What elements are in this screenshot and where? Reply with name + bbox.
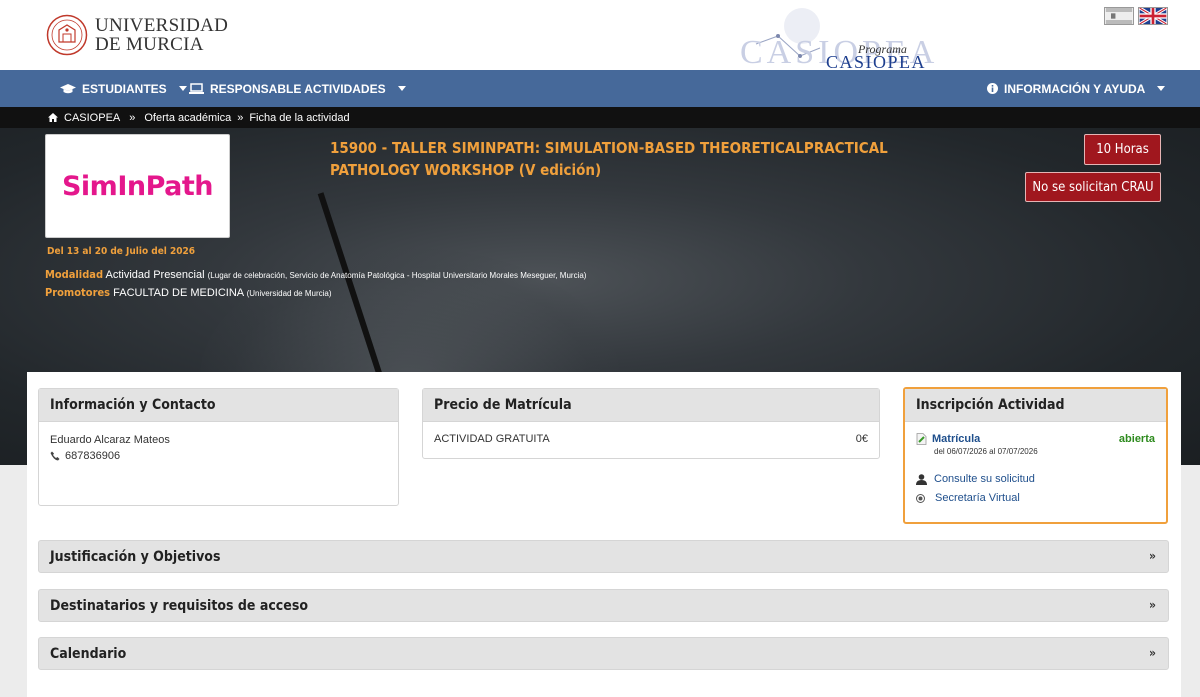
consult-row: Consulte su solicitud: [916, 473, 1155, 485]
crau-badge: No se solicitan CRAU: [1025, 172, 1161, 202]
nav-informacion-ayuda[interactable]: INFORMACIÓN Y AYUDA: [987, 70, 1166, 107]
breadcrumb-current: Ficha de la actividad: [249, 111, 350, 124]
accordion-justificacion[interactable]: Justificación y Objetivos »: [38, 540, 1169, 573]
chevron-down-icon: [1157, 86, 1166, 91]
hours-badge: 10 Horas: [1084, 134, 1161, 165]
activity-logo: SimInPath: [45, 134, 230, 238]
university-name-line2: DE MURCIA: [95, 34, 204, 55]
laptop-icon: [189, 83, 204, 94]
nav-informacion-label: INFORMACIÓN Y AYUDA: [1004, 81, 1146, 96]
accordion-calendario-label: Calendario: [50, 646, 127, 662]
consult-request-link[interactable]: Consulte su solicitud: [934, 473, 1035, 485]
phone-icon: [50, 451, 60, 461]
casiopea-logo[interactable]: CASIOPEA Programa CASIOPEA: [740, 6, 980, 72]
graduation-cap-icon: [60, 83, 76, 93]
secretaria-virtual-link[interactable]: Secretaría Virtual: [935, 492, 1020, 504]
activity-title: 15900 - TALLER SIMINPATH: SIMULATION-BAS…: [330, 139, 888, 179]
matricula-row: Matrícula abierta: [916, 433, 1155, 445]
radio-circle-icon: [916, 493, 925, 503]
info-contact-card: Información y Contacto Eduardo Alcaraz M…: [38, 388, 399, 506]
promotores-value: FACULTAD DE MEDICINA: [113, 287, 244, 299]
site-header: UNIVERSIDAD DE MURCIA CASIOPEA Programa …: [0, 0, 1200, 72]
price-amount: 0€: [855, 433, 868, 445]
modalidad-value: Actividad Presencial: [105, 269, 205, 281]
chevron-right-icon: »: [1149, 646, 1156, 660]
contact-name: Eduardo Alcaraz Mateos: [50, 434, 170, 446]
accordion-justificacion-label: Justificación y Objetivos: [50, 549, 221, 565]
university-name[interactable]: UNIVERSIDAD DE MURCIA: [95, 16, 228, 54]
chevron-right-icon: »: [1149, 598, 1156, 612]
promotores-detail: (Universidad de Murcia): [246, 289, 332, 298]
chevron-down-icon: [178, 86, 187, 91]
accordion-calendario[interactable]: Calendario »: [38, 637, 1169, 670]
signup-card-title: Inscripción Actividad: [905, 389, 1166, 422]
university-name-line1: UNIVERSIDAD: [95, 15, 229, 36]
price-label: ACTIVIDAD GRATUITA: [434, 433, 550, 445]
chevron-down-icon: [397, 86, 406, 91]
document-edit-icon: [916, 433, 927, 445]
home-icon: [48, 113, 58, 122]
main-nav: ESTUDIANTES RESPONSABLE ACTIVIDADES INFO…: [0, 70, 1200, 107]
spanish-flag-icon[interactable]: [1104, 7, 1134, 25]
nav-responsable-actividades[interactable]: RESPONSABLE ACTIVIDADES: [189, 70, 406, 107]
contact-phone[interactable]: 687836906: [65, 450, 120, 462]
activity-dates: Del 13 al 20 de Julio del 2026: [47, 246, 196, 257]
modalidad-row: Modalidad Actividad Presencial (Lugar de…: [45, 268, 586, 281]
contact-phone-row: 687836906: [50, 450, 387, 462]
nav-estudiantes[interactable]: ESTUDIANTES: [60, 70, 187, 107]
secretaria-row: Secretaría Virtual: [916, 492, 1155, 504]
breadcrumb: CASIOPEA » Oferta académica » Ficha de l…: [0, 107, 1200, 128]
info-contact-title: Información y Contacto: [39, 389, 398, 422]
matricula-dates: del 06/07/2026 al 07/07/2026: [934, 447, 1038, 456]
promotores-row: Promotores FACULTAD DE MEDICINA (Univers…: [45, 286, 332, 299]
price-card-title: Precio de Matrícula: [423, 389, 879, 422]
nav-estudiantes-label: ESTUDIANTES: [82, 81, 167, 96]
accordion-destinatarios[interactable]: Destinatarios y requisitos de acceso »: [38, 589, 1169, 622]
user-icon: [916, 473, 927, 485]
signup-card: Inscripción Actividad Matrícula abierta …: [903, 387, 1168, 524]
info-icon: [987, 83, 998, 94]
breadcrumb-separator: »: [237, 111, 244, 124]
chevron-right-icon: »: [1149, 549, 1156, 563]
promotores-label: Promotores: [45, 286, 111, 299]
english-flag-icon[interactable]: [1138, 7, 1168, 25]
university-seal-icon[interactable]: [46, 14, 88, 56]
main-content: Información y Contacto Eduardo Alcaraz M…: [27, 372, 1181, 697]
activity-logo-text: SimInPath: [61, 170, 214, 202]
breadcrumb-separator: »: [129, 111, 136, 124]
matricula-link[interactable]: Matrícula: [932, 433, 980, 445]
breadcrumb-oferta[interactable]: Oferta académica: [144, 112, 231, 124]
nav-responsable-label: RESPONSABLE ACTIVIDADES: [210, 81, 386, 96]
modalidad-detail: (Lugar de celebración, Servicio de Anato…: [207, 271, 587, 280]
price-card: Precio de Matrícula ACTIVIDAD GRATUITA 0…: [422, 388, 880, 459]
accordion-destinatarios-label: Destinatarios y requisitos de acceso: [50, 598, 308, 614]
matricula-status: abierta: [1118, 433, 1155, 445]
modalidad-label: Modalidad: [45, 268, 104, 281]
breadcrumb-home[interactable]: CASIOPEA: [64, 112, 120, 124]
